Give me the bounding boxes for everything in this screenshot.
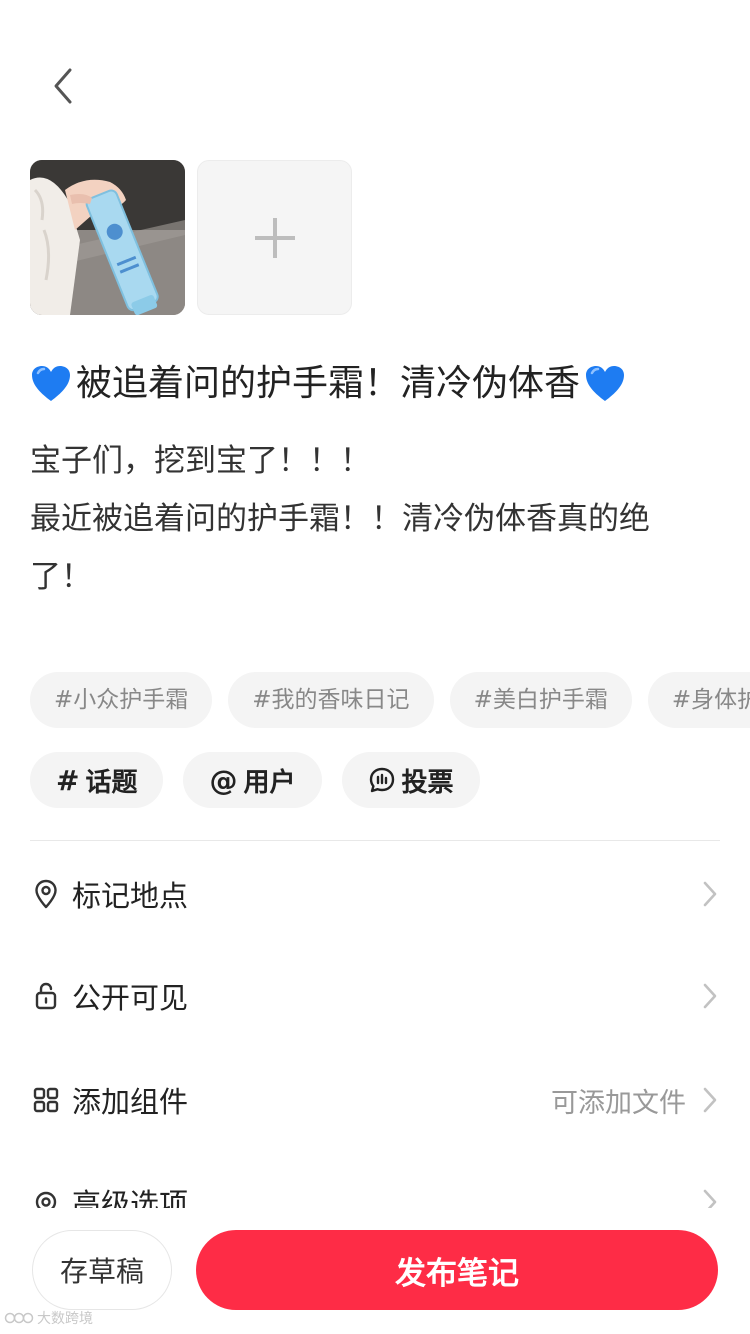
- topic-label: 话题: [85, 767, 138, 798]
- media-row: [30, 160, 352, 315]
- publish-note-button[interactable]: 发布笔记: [196, 1230, 718, 1310]
- tag-chip[interactable]: #小众护手霜: [30, 672, 213, 728]
- note-title-text: 被追着问的护手霜！清冷伪体香: [76, 363, 581, 404]
- blue-heart-icon: [586, 366, 625, 401]
- hash-icon: #: [56, 763, 80, 797]
- hand-cream-photo: [30, 160, 185, 315]
- note-body-line: 最近被追着问的护手霜！！清冷伪体香真的绝: [30, 501, 650, 537]
- grid-icon: [30, 1084, 62, 1116]
- location-row[interactable]: 标记地点: [30, 864, 720, 924]
- poll-icon: [369, 767, 394, 793]
- photo-thumbnail[interactable]: [30, 160, 185, 315]
- note-title[interactable]: 被追着问的护手霜！清冷伪体香: [30, 358, 730, 410]
- watermark-logo-icon: [4, 1312, 34, 1324]
- save-draft-button[interactable]: 存草稿: [32, 1230, 172, 1310]
- poll-button[interactable]: 投票: [341, 752, 480, 808]
- poll-label: 投票: [401, 767, 454, 798]
- blue-heart-icon: [32, 366, 70, 401]
- plus-icon: [254, 217, 295, 258]
- chevron-right-icon: [700, 878, 720, 910]
- lock-icon: [30, 980, 62, 1012]
- chevron-left-icon: [54, 68, 72, 104]
- add-photo-button[interactable]: [197, 160, 352, 315]
- back-button[interactable]: [40, 60, 84, 112]
- tag-chip[interactable]: #美白护手霜: [449, 672, 632, 728]
- location-label: 标记地点: [72, 879, 189, 913]
- tag-chip[interactable]: #身体护理: [647, 672, 750, 728]
- advanced-options-clip: 高级选项: [0, 1170, 750, 1210]
- note-body-line: 了！: [30, 559, 92, 595]
- note-body-line: 宝子们，挖到宝了！！！: [30, 443, 371, 479]
- gear-icon: [30, 1186, 62, 1210]
- chevron-right-icon: [700, 980, 720, 1012]
- advanced-options-label: 高级选项: [72, 1187, 189, 1210]
- at-icon: @: [209, 763, 238, 797]
- suggested-tags: #小众护手霜 #我的香味日记 #美白护手霜 #身体护理: [30, 672, 750, 728]
- advanced-options-row[interactable]: 高级选项: [30, 1172, 720, 1210]
- mention-label: 用户: [243, 767, 296, 798]
- chevron-right-icon: [700, 1084, 720, 1116]
- note-body[interactable]: 宝子们，挖到宝了！！！ 最近被追着问的护手霜！！清冷伪体香真的绝 了！: [30, 432, 720, 606]
- insert-toolbar: # 话题 @ 用户 投票: [30, 752, 480, 808]
- topic-button[interactable]: # 话题: [30, 752, 164, 808]
- watermark-text: 大数跨境: [37, 1311, 93, 1327]
- location-pin-icon: [30, 878, 62, 910]
- add-component-row[interactable]: 添加组件 可添加文件: [30, 1070, 720, 1130]
- visibility-row[interactable]: 公开可见: [30, 966, 720, 1026]
- suggested-tags-scroller[interactable]: #小众护手霜 #我的香味日记 #美白护手霜 #身体护理: [0, 660, 750, 740]
- tag-chip[interactable]: #我的香味日记: [228, 672, 434, 728]
- add-component-hint: 可添加文件: [551, 1087, 686, 1119]
- mention-user-button[interactable]: @ 用户: [183, 752, 322, 808]
- watermark: 大数跨境: [4, 1308, 93, 1328]
- visibility-label: 公开可见: [72, 981, 189, 1015]
- chevron-right-icon: [700, 1186, 720, 1210]
- divider: [30, 840, 720, 841]
- add-component-label: 添加组件: [72, 1085, 189, 1119]
